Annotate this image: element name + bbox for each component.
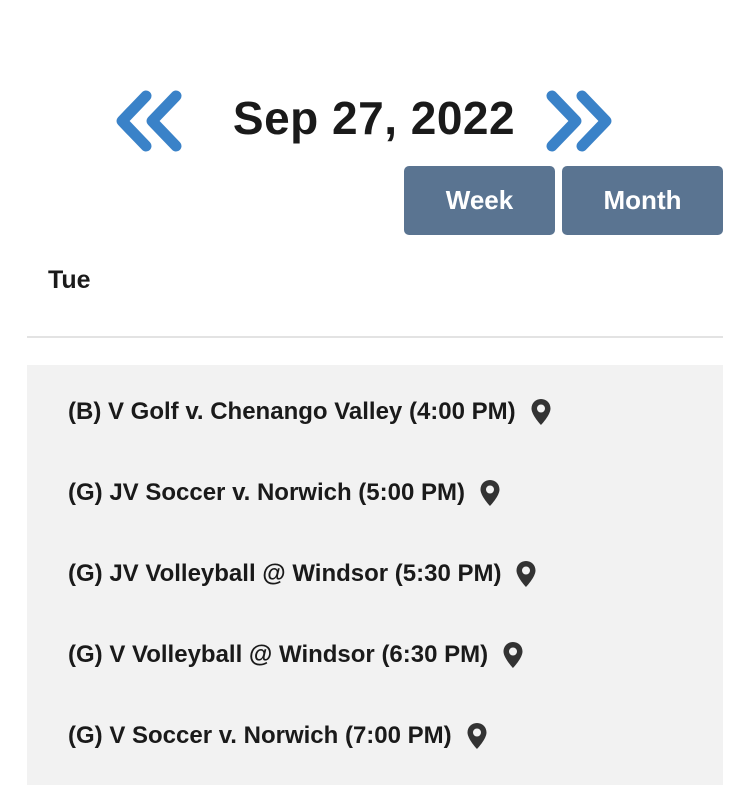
event-item: (G) JV Volleyball @ Windsor (5:30 PM) <box>68 554 537 594</box>
event-item: (G) JV Soccer v. Norwich (5:00 PM) <box>68 473 501 513</box>
event-title[interactable]: (G) V Volleyball @ Windsor (6:30 PM) <box>68 641 488 669</box>
event-item: (G) V Soccer v. Norwich (7:00 PM) <box>68 716 488 756</box>
event-title[interactable]: (G) V Soccer v. Norwich (7:00 PM) <box>68 722 452 750</box>
map-pin-icon[interactable] <box>515 560 537 588</box>
calendar-page: Sep 27, 2022 Week Month Tue (B) V Golf v… <box>0 0 750 794</box>
event-title[interactable]: (G) JV Volleyball @ Windsor (5:30 PM) <box>68 560 501 588</box>
map-pin-icon[interactable] <box>479 479 501 507</box>
week-view-button[interactable]: Week <box>404 166 555 235</box>
current-date: Sep 27, 2022 <box>232 92 516 144</box>
double-chevron-right-icon[interactable] <box>540 90 620 152</box>
event-item: (G) V Volleyball @ Windsor (6:30 PM) <box>68 635 524 675</box>
map-pin-icon[interactable] <box>502 641 524 669</box>
month-view-button[interactable]: Month <box>562 166 723 235</box>
event-title[interactable]: (G) JV Soccer v. Norwich (5:00 PM) <box>68 479 465 507</box>
map-pin-icon[interactable] <box>530 398 552 426</box>
double-chevron-left-icon[interactable] <box>108 90 188 152</box>
divider <box>27 336 723 338</box>
event-item: (B) V Golf v. Chenango Valley (4:00 PM) <box>68 392 552 432</box>
map-pin-icon[interactable] <box>466 722 488 750</box>
event-title[interactable]: (B) V Golf v. Chenango Valley (4:00 PM) <box>68 398 516 426</box>
view-toggle: Week Month <box>404 166 724 235</box>
day-of-week-label: Tue <box>48 266 91 294</box>
date-navigation: Sep 27, 2022 <box>0 82 750 154</box>
events-list: (B) V Golf v. Chenango Valley (4:00 PM) … <box>27 365 723 785</box>
